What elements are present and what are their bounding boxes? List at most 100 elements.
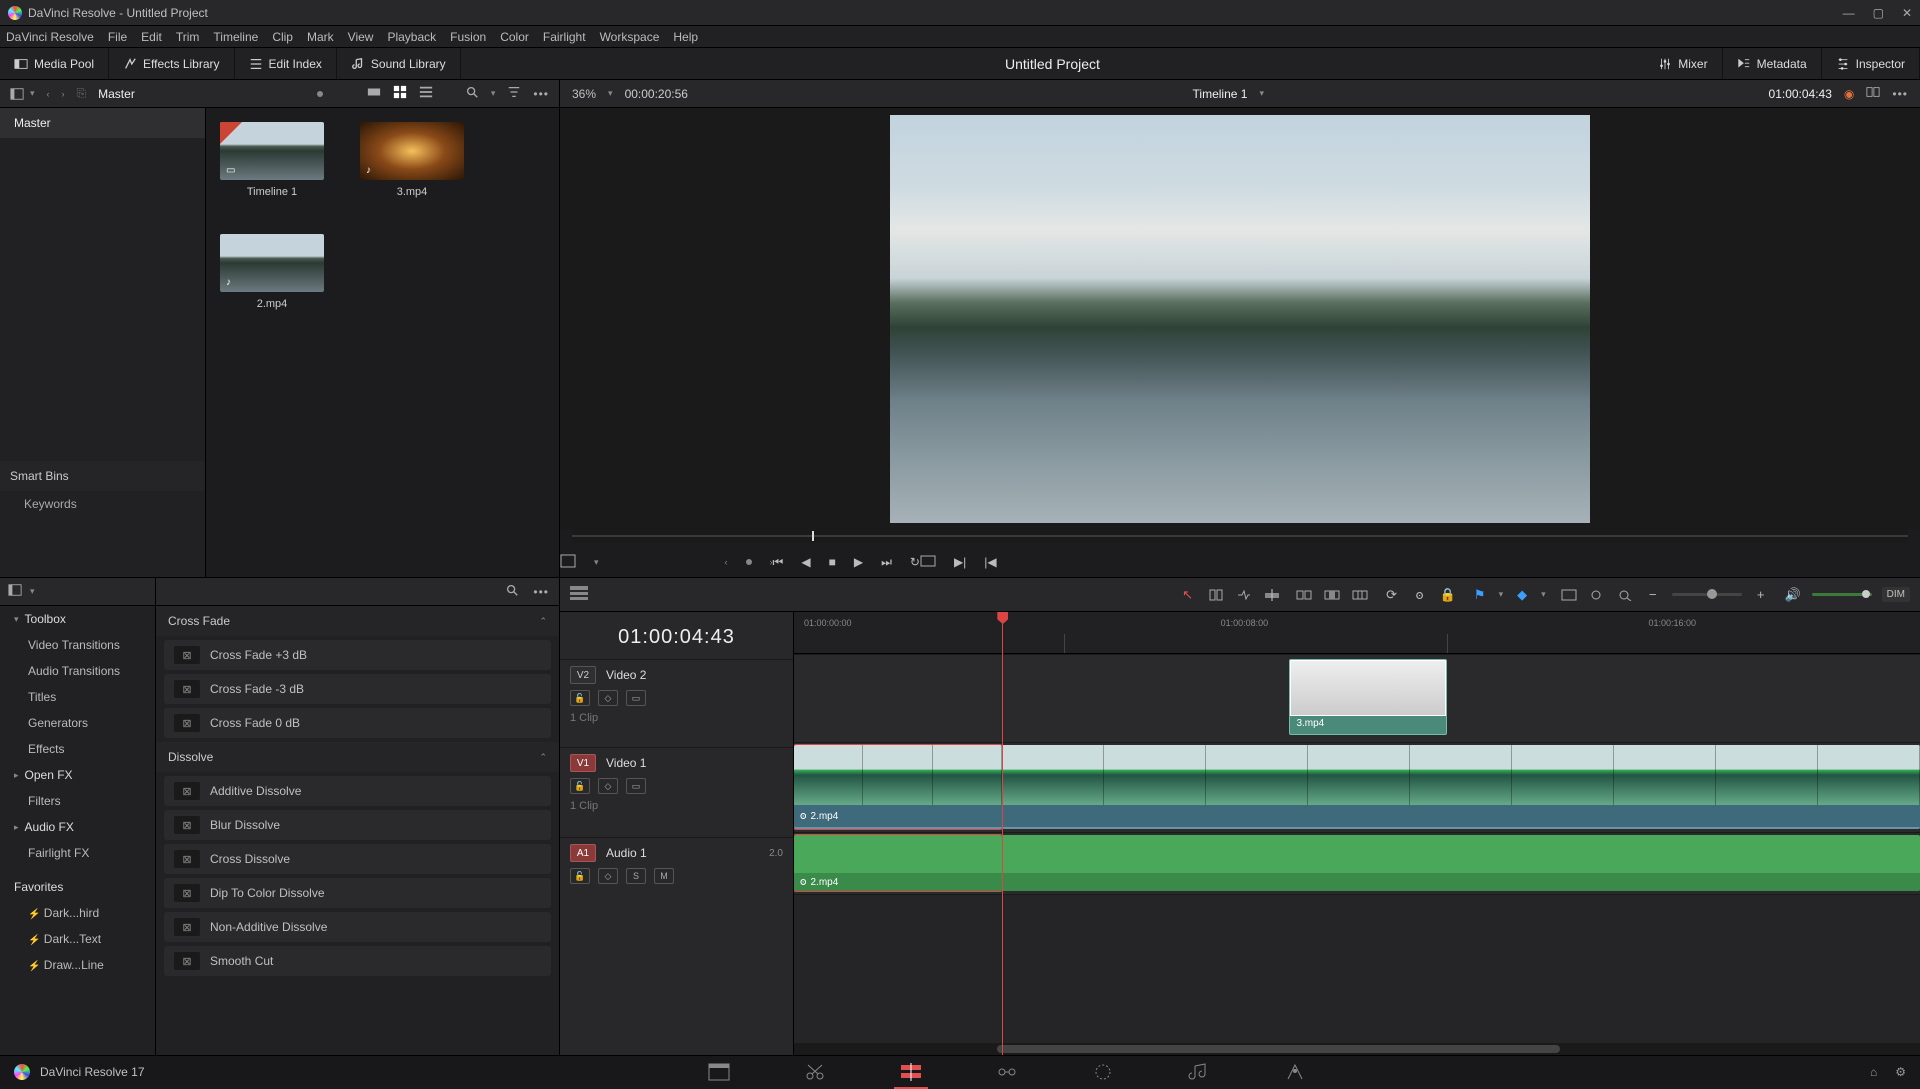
trim-tool-icon[interactable] <box>1207 586 1225 604</box>
view-grid-icon[interactable] <box>393 85 407 102</box>
track-header-v2[interactable]: V2Video 2 🔓◇▭ 1 Clip <box>560 659 793 747</box>
retime-icon[interactable]: ⟳ <box>1383 586 1401 604</box>
timeline-chevron-icon[interactable]: ▾ <box>1259 88 1264 99</box>
zoom-detail-icon[interactable] <box>1588 586 1606 604</box>
fairlight-page-icon[interactable] <box>1188 1063 1210 1081</box>
overlay-chevron-icon[interactable]: ▾ <box>594 557 599 568</box>
selection-tool-icon[interactable]: ↖ <box>1179 586 1197 604</box>
fx-item[interactable]: ⊠Smooth Cut <box>164 946 551 976</box>
menu-edit[interactable]: Edit <box>141 30 162 44</box>
track-badge-v2[interactable]: V2 <box>570 666 596 684</box>
flag-chevron-icon[interactable]: ▾ <box>1499 589 1504 600</box>
match-frame-icon[interactable] <box>920 555 936 570</box>
timeline-clip-2mp4-b[interactable] <box>1002 745 1920 829</box>
timeline-view-icon[interactable] <box>570 586 588 603</box>
blade-tool-icon[interactable] <box>1263 586 1281 604</box>
fx-search-icon[interactable] <box>505 583 519 600</box>
menu-view[interactable]: View <box>348 30 374 44</box>
fairlightfx-item[interactable]: Fairlight FX <box>0 840 155 866</box>
step-back-icon[interactable]: ◀ <box>801 555 810 569</box>
lock-track-icon[interactable]: 🔓 <box>570 690 590 706</box>
menu-color[interactable]: Color <box>500 30 529 44</box>
media-page-icon[interactable] <box>708 1063 730 1081</box>
timeline-selector[interactable]: Timeline 1 <box>1193 87 1248 101</box>
timeline-audio-2mp4-a[interactable]: 𐍈2.mp4 <box>794 835 1002 891</box>
maximize-button[interactable]: ▢ <box>1873 6 1884 20</box>
fx-tree-generators[interactable]: Generators <box>0 710 155 736</box>
viewer-more-icon[interactable]: ••• <box>1892 87 1908 101</box>
loop-icon[interactable]: ↻ <box>910 555 920 569</box>
menu-timeline[interactable]: Timeline <box>213 30 258 44</box>
fx-item[interactable]: ⊠Blur Dissolve <box>164 810 551 840</box>
fx-more-icon[interactable]: ••• <box>533 585 549 599</box>
edit-page-icon[interactable] <box>900 1063 922 1081</box>
bin-master[interactable]: Master <box>0 108 205 138</box>
viewer-canvas[interactable] <box>890 115 1590 523</box>
effects-library-toggle[interactable]: Effects Library <box>109 48 234 79</box>
zoom-custom-icon[interactable] <box>1616 586 1634 604</box>
toolbox-header[interactable]: ▾Toolbox <box>0 606 155 632</box>
volume-slider[interactable] <box>1812 593 1872 596</box>
viewer-zoom[interactable]: 36% <box>572 87 596 101</box>
auto-select-icon[interactable]: ◇ <box>598 778 618 794</box>
marker-chevron-icon[interactable]: ▾ <box>1541 589 1546 600</box>
disable-track-icon[interactable]: ▭ <box>626 690 646 706</box>
fx-group-header[interactable]: Cross Fade⌃ <box>156 606 559 636</box>
nav-fwd-icon[interactable]: › <box>62 89 65 99</box>
auto-select-icon[interactable]: ◇ <box>598 868 618 884</box>
bin-name[interactable]: Master <box>98 87 135 101</box>
clip-thumb-timeline1[interactable]: ▭ Timeline 1 <box>220 122 324 198</box>
timeline-clip-2mp4-a[interactable]: 𐍈2.mp4 <box>794 745 1002 829</box>
pool-layout-dropdown[interactable]: ▾ <box>10 87 35 101</box>
zoom-in-icon[interactable]: + <box>1752 586 1770 604</box>
fx-layout-chevron-icon[interactable]: ▾ <box>30 586 35 597</box>
zoom-full-icon[interactable] <box>1560 586 1578 604</box>
menu-playback[interactable]: Playback <box>387 30 436 44</box>
solo-button[interactable]: S <box>626 868 646 884</box>
search-icon[interactable] <box>465 85 479 102</box>
replace-icon[interactable] <box>1351 586 1369 604</box>
track-badge-v1[interactable]: V1 <box>570 754 596 772</box>
fx-tree-video-transitions[interactable]: Video Transitions <box>0 632 155 658</box>
zoom-out-icon[interactable]: − <box>1644 586 1662 604</box>
cut-page-icon[interactable] <box>804 1063 826 1081</box>
volume-icon[interactable]: 🔊 <box>1784 586 1802 604</box>
menu-clip[interactable]: Clip <box>272 30 293 44</box>
project-settings-icon[interactable]: ⚙ <box>1895 1065 1906 1079</box>
metadata-toggle[interactable]: Metadata <box>1723 48 1822 79</box>
track-header-v1[interactable]: V1Video 1 🔓◇▭ 1 Clip <box>560 747 793 837</box>
fx-tree-titles[interactable]: Titles <box>0 684 155 710</box>
bypass-icon[interactable]: ◉ <box>1844 87 1854 101</box>
openfx-header[interactable]: ▸Open FX <box>0 762 155 788</box>
fx-item[interactable]: ⊠Cross Dissolve <box>164 844 551 874</box>
overwrite-icon[interactable] <box>1323 586 1341 604</box>
mute-button[interactable]: M <box>654 868 674 884</box>
menu-trim[interactable]: Trim <box>176 30 200 44</box>
sort-icon[interactable] <box>507 85 521 102</box>
pin-icon[interactable]: ⎘ <box>77 86 87 101</box>
edit-index-toggle[interactable]: Edit Index <box>235 48 337 79</box>
go-in-icon[interactable]: ▶| <box>954 555 966 569</box>
inspector-toggle[interactable]: Inspector <box>1822 48 1920 79</box>
media-pool-toggle[interactable]: Media Pool <box>0 48 109 79</box>
menu-fusion[interactable]: Fusion <box>450 30 486 44</box>
mixer-toggle[interactable]: Mixer <box>1644 48 1722 79</box>
color-page-icon[interactable] <box>1092 1063 1114 1081</box>
menu-workspace[interactable]: Workspace <box>600 30 660 44</box>
deliver-page-icon[interactable] <box>1284 1063 1306 1081</box>
fx-tree-audio-transitions[interactable]: Audio Transitions <box>0 658 155 684</box>
track-header-a1[interactable]: A1Audio 12.0 🔓◇SM <box>560 837 793 899</box>
timeline-timecode[interactable]: 01:00:04:43 <box>560 612 793 659</box>
collapse-icon[interactable]: ⌃ <box>539 752 547 763</box>
fx-item[interactable]: ⊠Dip To Color Dissolve <box>164 878 551 908</box>
stop-icon[interactable]: ■ <box>829 555 836 569</box>
close-button[interactable]: ✕ <box>1902 6 1912 20</box>
favorites-header[interactable]: Favorites <box>0 874 155 900</box>
fx-tree-effects[interactable]: Effects <box>0 736 155 762</box>
smart-bins-header[interactable]: Smart Bins <box>0 461 205 491</box>
fx-group-header[interactable]: Dissolve⌃ <box>156 742 559 772</box>
lock-track-icon[interactable]: 🔓 <box>570 868 590 884</box>
fx-item[interactable]: ⊠Cross Fade +3 dB <box>164 640 551 670</box>
jump-last-icon[interactable]: ⏭ <box>881 555 892 570</box>
fusion-page-icon[interactable] <box>996 1063 1018 1081</box>
